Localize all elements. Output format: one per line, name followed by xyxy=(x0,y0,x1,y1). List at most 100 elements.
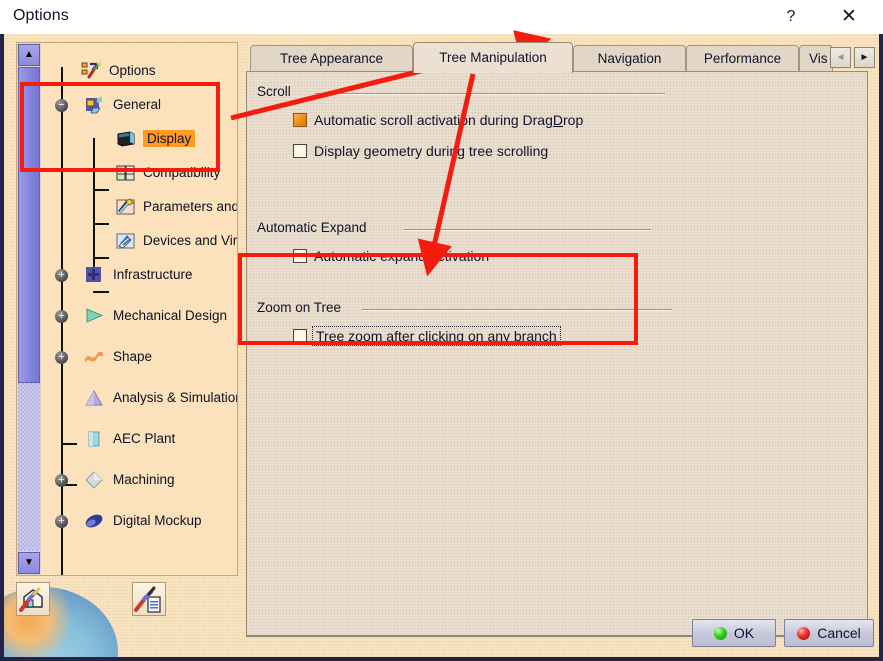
compatibility-icon xyxy=(115,163,137,183)
tree-expand-icon[interactable]: + xyxy=(55,269,68,282)
tree-item-label: Machining xyxy=(113,472,175,487)
checkbox-unchecked-icon[interactable] xyxy=(293,249,307,263)
display-icon xyxy=(115,129,137,149)
title-bar: Options ? ✕ xyxy=(0,0,883,34)
tree-items-container: Options − General Display Compatibility Param… xyxy=(41,43,237,575)
tab-vis[interactable]: Vis xyxy=(799,45,833,72)
mechanical-design-icon xyxy=(83,306,105,326)
tree-expand-icon[interactable]: + xyxy=(55,351,68,364)
scroll-up-arrow-icon[interactable]: ▲ xyxy=(18,44,40,66)
tree-item-label: Display xyxy=(143,130,196,147)
tree-item-label: Devices and Virtual xyxy=(143,233,238,248)
tree-item-label: Compatibility xyxy=(143,165,221,180)
tab-navigation[interactable]: Navigation xyxy=(573,45,686,72)
options-dialog-screenshot: Options ? ✕ ▲ ▼ Options − General Displa… xyxy=(0,0,883,661)
tree-collapse-icon[interactable]: − xyxy=(55,99,68,112)
tree-item-infrastructure[interactable]: + Infrastructure xyxy=(41,258,237,292)
checkbox-label: Automatic expand activation xyxy=(314,248,490,264)
group-separator xyxy=(404,229,651,231)
tree-expand-icon[interactable]: + xyxy=(55,310,68,323)
checkbox-label: Tree zoom after clicking on any branch xyxy=(312,326,561,346)
tree-item-parameters-and-me[interactable]: Parameters and Me xyxy=(41,190,237,224)
tab-scroll-right-icon[interactable]: ► xyxy=(854,47,875,68)
checkbox-label: Automatic scroll activation during DragD… xyxy=(314,112,583,128)
tree-item-general[interactable]: − General xyxy=(41,88,237,122)
infrastructure-icon xyxy=(86,267,101,282)
ok-status-orb-icon xyxy=(713,626,727,640)
machining-icon xyxy=(83,470,105,490)
tree-item-label: Mechanical Design xyxy=(113,308,228,323)
options-home-button[interactable] xyxy=(16,582,50,616)
mechanical-design-icon xyxy=(86,308,104,323)
tree-expand-icon[interactable]: + xyxy=(55,474,68,487)
window-title: Options xyxy=(13,7,69,24)
cancel-button-label: Cancel xyxy=(817,625,861,641)
label-text-after: rop xyxy=(563,112,584,128)
options-home-icon xyxy=(19,587,43,612)
group-title: Zoom on Tree xyxy=(257,300,342,315)
compatibility-icon xyxy=(116,165,135,181)
tree-item-display[interactable]: Display xyxy=(41,122,237,156)
analysis-simulation-icon xyxy=(83,388,105,408)
shape-icon xyxy=(85,351,103,363)
group-title: Automatic Expand xyxy=(257,220,367,235)
tab-tree-appearance[interactable]: Tree Appearance xyxy=(250,45,413,72)
parameters-icon xyxy=(116,198,135,215)
infrastructure-icon xyxy=(83,265,105,285)
scroll-down-arrow-icon[interactable]: ▼ xyxy=(18,552,40,574)
help-button[interactable]: ? xyxy=(771,4,811,30)
checkbox-checked-icon[interactable] xyxy=(293,113,307,127)
tree-item-aec-plant[interactable]: AEC Plant xyxy=(41,422,237,456)
tab-performance[interactable]: Performance xyxy=(686,45,799,72)
tree-item-shape[interactable]: + Shape xyxy=(41,340,237,374)
checkbox-row[interactable]: Automatic expand activation xyxy=(293,248,489,264)
options-icon xyxy=(81,61,103,81)
group-separator xyxy=(315,93,665,95)
tree-item-label: General xyxy=(113,97,162,112)
tree-item-compatibility[interactable]: Compatibility xyxy=(41,156,237,190)
tab-scroll-left-icon[interactable]: ◄ xyxy=(830,47,851,68)
cancel-button[interactable]: Cancel xyxy=(784,619,874,647)
label-text-before: Automatic scroll activation during Drag xyxy=(314,112,553,128)
tree-item-label: Shape xyxy=(113,349,153,364)
tree-item-devices-and-virtual[interactable]: Devices and Virtual xyxy=(41,224,237,258)
close-button[interactable]: ✕ xyxy=(829,4,869,30)
general-icon xyxy=(86,97,102,114)
analysis-simulation-icon xyxy=(85,390,103,406)
checkbox-unchecked-icon[interactable] xyxy=(293,329,307,343)
checkbox-row[interactable]: Display geometry during tree scrolling xyxy=(293,143,548,159)
checkbox-row[interactable]: Tree zoom after clicking on any branch xyxy=(293,326,561,346)
ok-button[interactable]: OK xyxy=(692,619,776,647)
tree-item-analysis-simulation[interactable]: Analysis & Simulation xyxy=(41,381,237,415)
digital-mockup-icon xyxy=(85,514,103,528)
options-document-icon xyxy=(134,586,161,613)
group-separator xyxy=(362,309,672,311)
options-window: Options ? ✕ ▲ ▼ Options − General Displa… xyxy=(0,0,883,661)
options-category-tree[interactable]: ▲ ▼ Options − General Display Compatibil… xyxy=(16,42,238,576)
tab-tree-manipulation[interactable]: Tree Manipulation xyxy=(413,42,573,73)
tree-item-mechanical-design[interactable]: + Mechanical Design xyxy=(41,299,237,333)
general-icon xyxy=(83,95,105,115)
tree-item-label: Options xyxy=(109,63,156,78)
dialog-client-area: ▲ ▼ Options − General Display Compatibil… xyxy=(4,34,879,657)
tree-item-label: Infrastructure xyxy=(113,267,193,282)
shape-icon xyxy=(83,347,105,367)
tree-vertical-scrollbar[interactable]: ▲ ▼ xyxy=(17,43,41,575)
tree-item-options[interactable]: Options xyxy=(41,54,237,88)
parameters-icon xyxy=(115,197,137,217)
devices-icon xyxy=(115,231,137,251)
tree-manipulation-tab-panel: Scroll Automatic scroll activation during… xyxy=(246,71,868,636)
options-document-button[interactable] xyxy=(132,582,166,616)
aec-plant-icon xyxy=(83,429,105,449)
ok-button-label: OK xyxy=(733,625,755,641)
tree-item-label: Parameters and Me xyxy=(143,199,238,214)
checkbox-unchecked-icon[interactable] xyxy=(293,144,307,158)
scrollbar-thumb[interactable] xyxy=(18,67,40,383)
checkbox-row[interactable]: Automatic scroll activation during DragD… xyxy=(293,112,583,128)
tree-expand-icon[interactable]: + xyxy=(55,515,68,528)
tree-item-digital-mockup[interactable]: + Digital Mockup xyxy=(41,504,237,538)
digital-mockup-icon xyxy=(83,511,105,531)
tree-item-machining[interactable]: + Machining xyxy=(41,463,237,497)
tree-item-label: Digital Mockup xyxy=(113,513,202,528)
options-icon xyxy=(81,62,101,79)
